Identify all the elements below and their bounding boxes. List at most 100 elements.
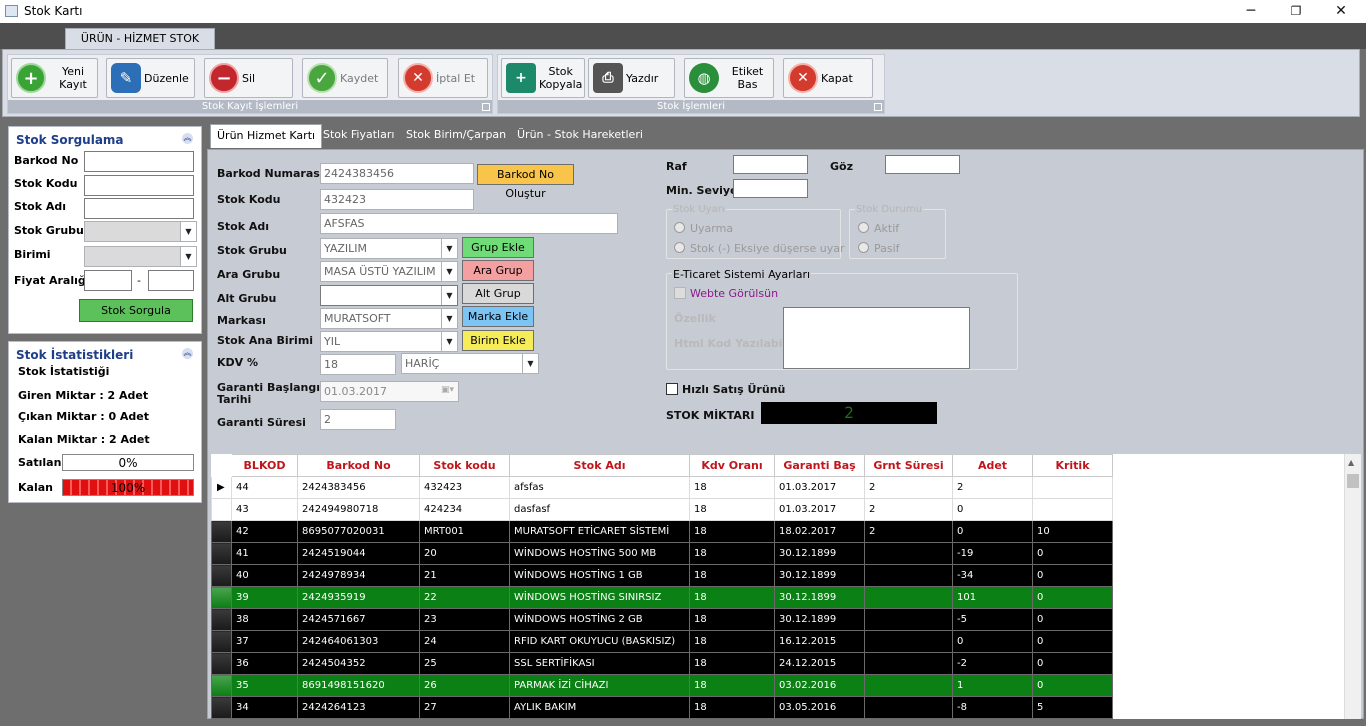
table-cell[interactable]: 25 bbox=[419, 652, 510, 675]
table-cell[interactable]: 18 bbox=[689, 542, 775, 565]
table-cell[interactable]: SSL SERTİFİKASI bbox=[509, 652, 690, 675]
table-cell[interactable]: 41 bbox=[231, 542, 298, 565]
table-cell[interactable]: 2424504352 bbox=[297, 652, 420, 675]
table-cell[interactable]: 2 bbox=[864, 476, 953, 499]
maximize-button[interactable]: ❐ bbox=[1273, 0, 1319, 23]
add-unit-button[interactable]: Birim Ekle bbox=[462, 330, 534, 351]
table-cell[interactable]: 0 bbox=[952, 498, 1033, 521]
table-cell[interactable]: 36 bbox=[231, 652, 298, 675]
search-birim-select[interactable]: ▼ bbox=[84, 246, 197, 267]
table-cell[interactable] bbox=[864, 586, 953, 609]
scroll-up-icon[interactable]: ▲ bbox=[1348, 458, 1354, 467]
table-cell[interactable]: -19 bbox=[952, 542, 1033, 565]
row-selector[interactable] bbox=[211, 608, 232, 631]
delete-button[interactable]: − Sil bbox=[204, 58, 293, 98]
collapse-icon[interactable]: ︽ bbox=[182, 348, 193, 359]
close-window-button[interactable]: ✕ bbox=[1318, 0, 1364, 23]
table-cell[interactable]: 2 bbox=[952, 476, 1033, 499]
table-cell[interactable]: 424234 bbox=[419, 498, 510, 521]
stock-search-button[interactable]: Stok Sorgula bbox=[79, 299, 193, 322]
table-cell[interactable]: 40 bbox=[231, 564, 298, 587]
table-cell[interactable]: 8691498151620 bbox=[297, 674, 420, 697]
row-selector[interactable] bbox=[211, 520, 232, 543]
table-cell[interactable]: 42 bbox=[231, 520, 298, 543]
save-button[interactable]: ✓ Kaydet bbox=[302, 58, 388, 98]
table-cell[interactable]: 30.12.1899 bbox=[774, 586, 865, 609]
table-cell[interactable] bbox=[864, 652, 953, 675]
table-row[interactable]: 42 8695077020031 MRT001 MURATSOFT ETİCARET … bbox=[211, 520, 1113, 543]
table-row[interactable]: 43 242494980718 424234 dasfasf 18 01.03.2017 2… bbox=[211, 498, 1113, 521]
table-cell[interactable]: 242464061303 bbox=[297, 630, 420, 653]
table-cell[interactable]: 22 bbox=[419, 586, 510, 609]
search-grup-select[interactable]: ▼ bbox=[84, 221, 197, 242]
table-row[interactable]: 34 2424264123 27 AYLIK BAKIM 18 03.05.2016 -8 5 bbox=[211, 696, 1113, 719]
table-row[interactable]: ▶ 44 2424383456 432423 afsfas 18 01.03.2017 2 2 bbox=[211, 476, 1113, 499]
pasif-radio[interactable] bbox=[858, 242, 869, 253]
table-cell[interactable]: WİNDOWS HOSTİNG 1 GB bbox=[509, 564, 690, 587]
table-cell[interactable]: 5 bbox=[1032, 696, 1113, 719]
ozellik-textarea[interactable] bbox=[783, 307, 970, 369]
table-cell[interactable]: 18 bbox=[689, 608, 775, 631]
print-button[interactable]: ⎙ Yazdır bbox=[588, 58, 675, 98]
aktif-radio[interactable] bbox=[858, 222, 869, 233]
search-kod-input[interactable] bbox=[84, 175, 194, 196]
table-cell[interactable]: 30.12.1899 bbox=[774, 608, 865, 631]
table-cell[interactable]: 18 bbox=[689, 696, 775, 719]
table-cell[interactable] bbox=[864, 696, 953, 719]
col-grnt-suresi[interactable]: Grnt Süresi bbox=[864, 454, 953, 477]
garanti-sure-input[interactable]: 2 bbox=[320, 409, 396, 430]
table-cell[interactable]: -2 bbox=[952, 652, 1033, 675]
table-cell[interactable]: 27 bbox=[419, 696, 510, 719]
table-cell[interactable]: 18 bbox=[689, 476, 775, 499]
hizli-satis-checkbox[interactable] bbox=[666, 383, 678, 395]
col-garanti-bas[interactable]: Garanti Baş bbox=[774, 454, 865, 477]
table-cell[interactable]: 1 bbox=[952, 674, 1033, 697]
table-cell[interactable]: 18 bbox=[689, 652, 775, 675]
table-cell[interactable]: 44 bbox=[231, 476, 298, 499]
col-stok-adi[interactable]: Stok Adı bbox=[509, 454, 690, 477]
copy-stock-button[interactable]: + Stok Kopyala bbox=[501, 58, 585, 98]
table-cell[interactable]: 0 bbox=[952, 630, 1033, 653]
table-cell[interactable]: 16.12.2015 bbox=[774, 630, 865, 653]
table-cell[interactable]: MRT001 bbox=[419, 520, 510, 543]
row-selector[interactable] bbox=[211, 498, 232, 521]
kdv-type-select[interactable]: HARİÇ ▼ bbox=[401, 353, 539, 374]
table-cell[interactable] bbox=[864, 542, 953, 565]
col-blkod[interactable]: BLKOD bbox=[231, 454, 298, 477]
group-expand-icon[interactable] bbox=[874, 103, 882, 111]
table-cell[interactable]: MURATSOFT ETİCARET SİSTEMİ bbox=[509, 520, 690, 543]
add-subgroup-button[interactable]: Ara Grup Ekle bbox=[462, 260, 534, 296]
ribbon-tab-stok-karti[interactable]: ÜRÜN - HİZMET STOK KARTI bbox=[65, 28, 215, 65]
table-row[interactable]: 36 2424504352 25 SSL SERTİFİKASI 18 24.12.201… bbox=[211, 652, 1113, 675]
row-selector[interactable] bbox=[211, 652, 232, 675]
table-cell[interactable]: 101 bbox=[952, 586, 1033, 609]
scroll-thumb[interactable] bbox=[1347, 474, 1359, 488]
table-cell[interactable]: 35 bbox=[231, 674, 298, 697]
birim-select[interactable]: YIL ▼ bbox=[320, 331, 458, 352]
table-cell[interactable]: 24 bbox=[419, 630, 510, 653]
table-cell[interactable]: 18 bbox=[689, 674, 775, 697]
col-barkod[interactable]: Barkod No bbox=[297, 454, 420, 477]
table-cell[interactable]: 43 bbox=[231, 498, 298, 521]
table-cell[interactable]: 20 bbox=[419, 542, 510, 565]
print-label-button[interactable]: ◍ Etiket Bas bbox=[684, 58, 774, 98]
table-cell[interactable]: 03.05.2016 bbox=[774, 696, 865, 719]
table-cell[interactable]: afsfas bbox=[509, 476, 690, 499]
table-cell[interactable]: RFID KART OKUYUCU (BASKISIZ) bbox=[509, 630, 690, 653]
table-cell[interactable]: dasfasf bbox=[509, 498, 690, 521]
table-cell[interactable]: 23 bbox=[419, 608, 510, 631]
table-cell[interactable] bbox=[864, 674, 953, 697]
tab-urun-hizmet-karti[interactable]: Ürün Hizmet Kartı bbox=[210, 124, 323, 148]
ara-select[interactable]: MASA ÜSTÜ YAZILIM ▼ bbox=[320, 261, 458, 282]
table-cell[interactable]: -8 bbox=[952, 696, 1033, 719]
table-cell[interactable] bbox=[864, 630, 953, 653]
table-cell[interactable]: 38 bbox=[231, 608, 298, 631]
table-cell[interactable]: WİNDOWS HOSTİNG 500 MB bbox=[509, 542, 690, 565]
minimize-button[interactable]: ─ bbox=[1228, 0, 1274, 23]
add-alt-group-button[interactable]: Alt Grup Ekle bbox=[462, 283, 534, 319]
table-cell[interactable]: 2424264123 bbox=[297, 696, 420, 719]
table-cell[interactable] bbox=[1032, 498, 1113, 521]
table-cell[interactable]: 2424978934 bbox=[297, 564, 420, 587]
table-cell[interactable]: 432423 bbox=[419, 476, 510, 499]
row-selector[interactable] bbox=[211, 674, 232, 697]
